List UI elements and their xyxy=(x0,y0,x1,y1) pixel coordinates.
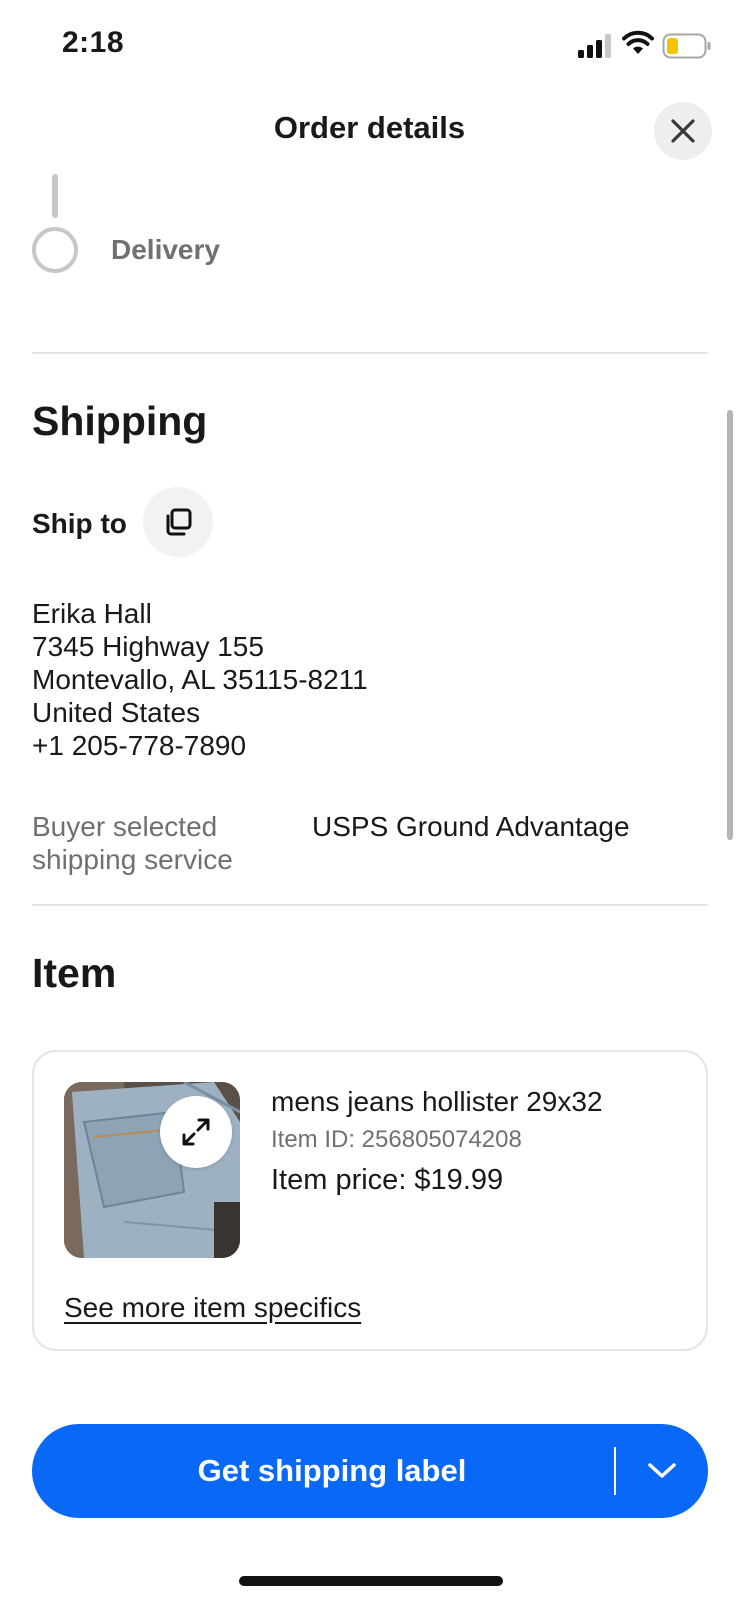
page-title: Order details xyxy=(273,110,466,145)
signal-icon xyxy=(578,34,611,58)
item-card: mens jeans hollister 29x32 Item ID: 2568… xyxy=(32,1050,708,1351)
button-separator xyxy=(614,1447,616,1495)
battery-icon xyxy=(662,33,711,59)
wifi-icon xyxy=(622,30,654,54)
home-indicator[interactable] xyxy=(239,1576,503,1586)
get-shipping-label-text: Get shipping label xyxy=(197,1453,467,1488)
shipping-service-value: USPS Ground Advantage xyxy=(312,811,630,842)
address-city-state-zip: Montevallo, AL 35115-8211 xyxy=(32,664,368,695)
timeline-step-delivery: Delivery xyxy=(111,234,220,265)
shipping-label-dropdown-button[interactable] xyxy=(634,1448,690,1494)
order-details-screen: 2:18 Order details Delivery Shipping Shi… xyxy=(0,0,739,1600)
scrollbar[interactable] xyxy=(727,410,733,840)
timeline-connector xyxy=(52,174,58,218)
expand-icon xyxy=(182,1118,210,1146)
item-id: Item ID: 256805074208 xyxy=(271,1126,522,1153)
status-bar: 2:18 xyxy=(0,0,739,90)
section-divider xyxy=(32,352,708,354)
see-more-item-specifics-link[interactable]: See more item specifics xyxy=(64,1292,361,1324)
close-icon xyxy=(671,119,695,143)
shipping-address: Erika Hall 7345 Highway 155 Montevallo, … xyxy=(32,597,368,762)
expand-image-button[interactable] xyxy=(160,1096,232,1168)
address-name: Erika Hall xyxy=(32,598,152,629)
copy-address-button[interactable] xyxy=(143,487,213,557)
copy-icon xyxy=(166,508,192,536)
shipping-section-title: Shipping xyxy=(32,398,208,444)
ship-to-label: Ship to xyxy=(32,508,127,539)
chevron-down-icon xyxy=(648,1463,676,1478)
get-shipping-label-button[interactable]: Get shipping label xyxy=(32,1424,708,1518)
close-button[interactable] xyxy=(654,102,712,160)
shipping-service-label: Buyer selected shipping service xyxy=(32,811,233,875)
item-title[interactable]: mens jeans hollister 29x32 xyxy=(271,1086,603,1118)
status-time: 2:18 xyxy=(62,26,125,59)
address-phone: +1 205-778-7890 xyxy=(32,730,247,761)
address-street: 7345 Highway 155 xyxy=(32,631,264,662)
item-price: Item price: $19.99 xyxy=(271,1164,504,1196)
section-divider xyxy=(32,904,708,906)
item-section-title: Item xyxy=(32,950,117,996)
timeline-step-indicator xyxy=(32,227,78,273)
address-country: United States xyxy=(32,697,201,728)
